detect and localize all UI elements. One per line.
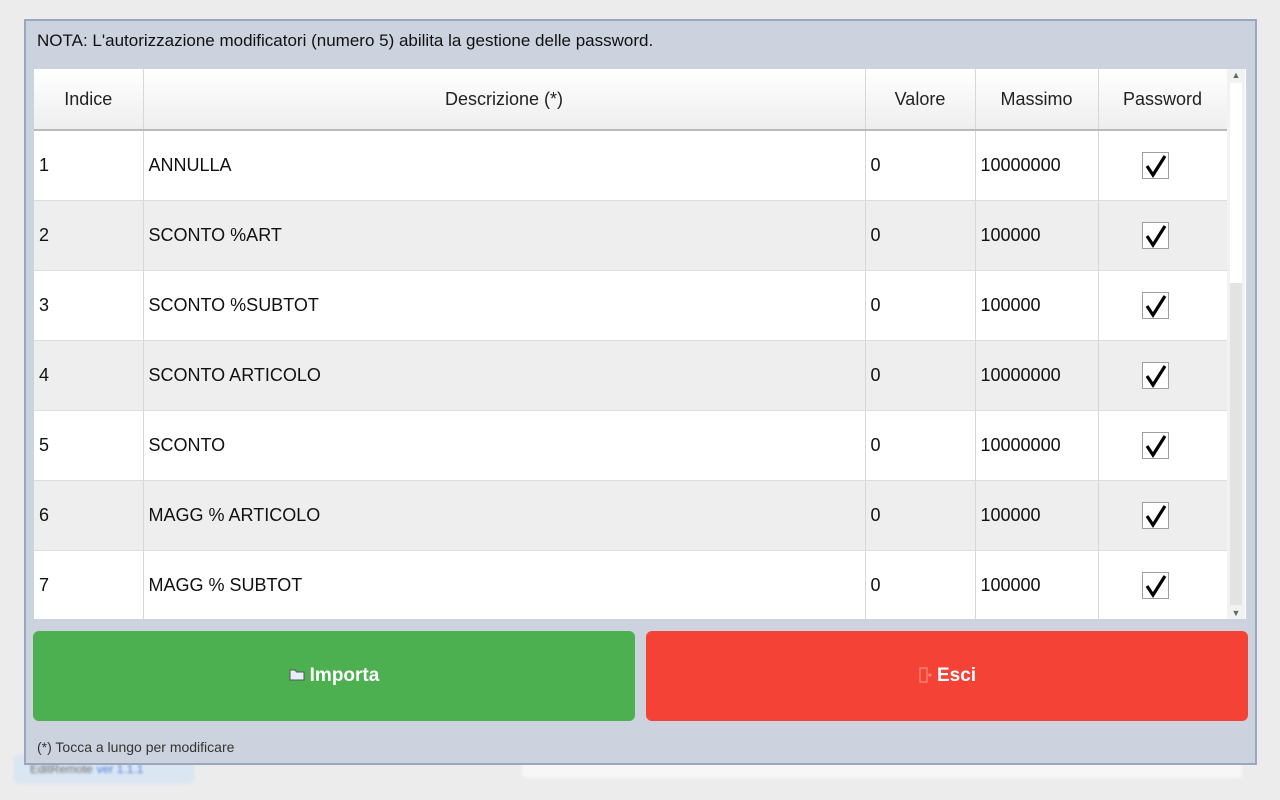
dialog-note: NOTA: L'autorizzazione modificatori (num… [37, 31, 654, 50]
import-button[interactable]: Importa [33, 631, 635, 721]
cell-valore: 0 [865, 340, 976, 411]
cell-password [1098, 480, 1228, 551]
cell-valore: 0 [865, 410, 976, 481]
password-checkbox[interactable] [1141, 571, 1169, 599]
cell-descrizione[interactable]: MAGG % ARTICOLO [143, 480, 866, 551]
cell-descrizione[interactable]: SCONTO ARTICOLO [143, 340, 866, 411]
table-row[interactable]: 4 SCONTO ARTICOLO 0 10000000 [34, 340, 1228, 411]
checkmark-icon [1145, 434, 1166, 458]
modifiers-table: Indice Descrizione (*) Valore Massimo Pa… [34, 69, 1246, 619]
password-checkbox[interactable] [1141, 221, 1169, 249]
import-button-label: Importa [309, 665, 380, 686]
cell-password [1098, 270, 1228, 341]
table-row[interactable]: 6 MAGG % ARTICOLO 0 100000 [34, 480, 1228, 551]
table-row[interactable]: 5 SCONTO 0 10000000 [34, 410, 1228, 481]
cell-indice: 1 [34, 130, 144, 201]
table-row[interactable]: 1 ANNULLA 0 10000000 [34, 130, 1228, 201]
exit-button[interactable]: Esci [646, 631, 1248, 721]
cell-indice: 3 [34, 270, 144, 341]
cell-descrizione[interactable]: SCONTO %ART [143, 200, 866, 271]
cell-descrizione[interactable]: ANNULLA [143, 130, 866, 201]
cell-indice: 4 [34, 340, 144, 411]
cell-massimo: 100000 [975, 200, 1099, 271]
modifiers-grid: Indice Descrizione (*) Valore Massimo Pa… [34, 69, 1228, 619]
cell-password [1098, 200, 1228, 271]
password-checkbox[interactable] [1141, 361, 1169, 389]
permissions-dialog: NOTA: L'autorizzazione modificatori (num… [24, 19, 1257, 765]
column-header-descrizione[interactable]: Descrizione (*) [143, 69, 866, 131]
cell-massimo: 100000 [975, 270, 1099, 341]
checkmark-icon [1145, 504, 1166, 528]
cell-indice: 2 [34, 200, 144, 271]
table-row[interactable]: 7 MAGG % SUBTOT 0 100000 [34, 550, 1228, 619]
cell-massimo: 100000 [975, 550, 1099, 619]
table-scrollbar[interactable]: ▲ ▼ [1227, 69, 1245, 619]
cell-indice: 5 [34, 410, 144, 481]
cell-password [1098, 410, 1228, 481]
checkmark-icon [1145, 294, 1166, 318]
checkmark-icon [1145, 364, 1166, 388]
column-header-valore[interactable]: Valore [865, 69, 976, 131]
password-checkbox[interactable] [1141, 151, 1169, 179]
password-checkbox[interactable] [1141, 431, 1169, 459]
exit-icon [918, 666, 932, 686]
column-header-indice[interactable]: Indice [34, 69, 144, 131]
cell-massimo: 10000000 [975, 410, 1099, 481]
cell-massimo: 10000000 [975, 340, 1099, 411]
cell-indice: 7 [34, 550, 144, 619]
cell-descrizione[interactable]: SCONTO %SUBTOT [143, 270, 866, 341]
folder-icon [289, 668, 305, 684]
exit-button-label: Esci [936, 665, 977, 686]
column-header-password[interactable]: Password [1098, 69, 1228, 131]
scroll-down-arrow-icon[interactable]: ▼ [1227, 607, 1245, 619]
table-header-row: Indice Descrizione (*) Valore Massimo Pa… [34, 69, 1228, 131]
table-row[interactable]: 3 SCONTO %SUBTOT 0 100000 [34, 270, 1228, 341]
table-row[interactable]: 2 SCONTO %ART 0 100000 [34, 200, 1228, 271]
scroll-up-arrow-icon[interactable]: ▲ [1227, 69, 1245, 81]
footnote: (*) Tocca a lungo per modificare [37, 739, 235, 755]
cell-valore: 0 [865, 270, 976, 341]
password-checkbox[interactable] [1141, 291, 1169, 319]
cell-valore: 0 [865, 550, 976, 619]
cell-descrizione[interactable]: SCONTO [143, 410, 866, 481]
cell-indice: 6 [34, 480, 144, 551]
scrollbar-track[interactable] [1230, 283, 1242, 605]
scrollbar-thumb[interactable] [1230, 83, 1242, 284]
column-header-massimo[interactable]: Massimo [975, 69, 1099, 131]
checkmark-icon [1145, 574, 1166, 598]
cell-password [1098, 130, 1228, 201]
password-checkbox[interactable] [1141, 501, 1169, 529]
cell-massimo: 100000 [975, 480, 1099, 551]
checkmark-icon [1145, 154, 1166, 178]
cell-valore: 0 [865, 130, 976, 201]
cell-massimo: 10000000 [975, 130, 1099, 201]
cell-password [1098, 550, 1228, 619]
checkmark-icon [1145, 224, 1166, 248]
cell-descrizione[interactable]: MAGG % SUBTOT [143, 550, 866, 619]
cell-valore: 0 [865, 200, 976, 271]
cell-password [1098, 340, 1228, 411]
cell-valore: 0 [865, 480, 976, 551]
